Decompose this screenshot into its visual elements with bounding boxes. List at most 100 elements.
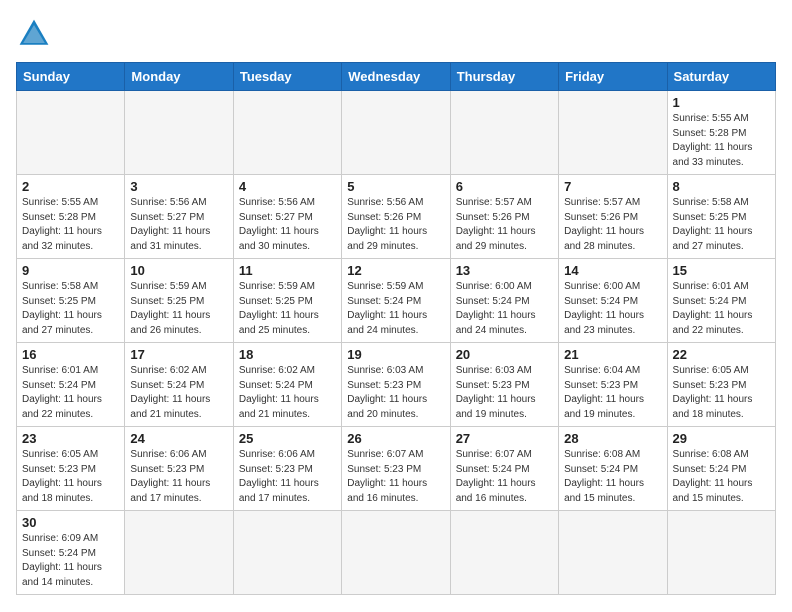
day-info: Sunrise: 6:02 AM Sunset: 5:24 PM Dayligh… bbox=[239, 364, 336, 422]
day-number: 6 bbox=[456, 179, 553, 194]
day-number: 14 bbox=[564, 263, 661, 278]
day-info: Sunrise: 6:04 AM Sunset: 5:23 PM Dayligh… bbox=[564, 364, 661, 422]
day-cell: 22 Sunrise: 6:05 AM Sunset: 5:23 PM Dayli… bbox=[667, 343, 775, 427]
week-row-5: 23 Sunrise: 6:05 AM Sunset: 5:23 PM Dayli… bbox=[17, 427, 776, 511]
day-number: 9 bbox=[22, 263, 119, 278]
day-number: 25 bbox=[239, 431, 336, 446]
day-cell bbox=[559, 91, 667, 175]
day-cell: 9 Sunrise: 5:58 AM Sunset: 5:25 PM Daylig… bbox=[17, 259, 125, 343]
day-info: Sunrise: 5:55 AM Sunset: 5:28 PM Dayligh… bbox=[673, 112, 770, 170]
day-info: Sunrise: 6:05 AM Sunset: 5:23 PM Dayligh… bbox=[22, 448, 119, 506]
day-number: 28 bbox=[564, 431, 661, 446]
day-cell: 21 Sunrise: 6:04 AM Sunset: 5:23 PM Dayli… bbox=[559, 343, 667, 427]
day-number: 5 bbox=[347, 179, 444, 194]
day-cell bbox=[233, 91, 341, 175]
day-number: 21 bbox=[564, 347, 661, 362]
day-info: Sunrise: 6:07 AM Sunset: 5:23 PM Dayligh… bbox=[347, 448, 444, 506]
day-number: 12 bbox=[347, 263, 444, 278]
day-info: Sunrise: 6:00 AM Sunset: 5:24 PM Dayligh… bbox=[564, 280, 661, 338]
day-cell: 18 Sunrise: 6:02 AM Sunset: 5:24 PM Dayli… bbox=[233, 343, 341, 427]
day-cell: 4 Sunrise: 5:56 AM Sunset: 5:27 PM Daylig… bbox=[233, 175, 341, 259]
day-cell: 17 Sunrise: 6:02 AM Sunset: 5:24 PM Dayli… bbox=[125, 343, 233, 427]
day-number: 26 bbox=[347, 431, 444, 446]
day-header-thursday: Thursday bbox=[450, 63, 558, 91]
day-number: 24 bbox=[130, 431, 227, 446]
day-cell bbox=[450, 511, 558, 595]
day-cell bbox=[559, 511, 667, 595]
day-header-saturday: Saturday bbox=[667, 63, 775, 91]
day-cell: 14 Sunrise: 6:00 AM Sunset: 5:24 PM Dayli… bbox=[559, 259, 667, 343]
day-cell: 8Sunrise: 5:58 AM Sunset: 5:25 PM Daylig… bbox=[667, 175, 775, 259]
day-cell: 24 Sunrise: 6:06 AM Sunset: 5:23 PM Dayli… bbox=[125, 427, 233, 511]
day-info: Sunrise: 6:08 AM Sunset: 5:24 PM Dayligh… bbox=[673, 448, 770, 506]
day-cell: 16Sunrise: 6:01 AM Sunset: 5:24 PM Dayli… bbox=[17, 343, 125, 427]
week-row-2: 2 Sunrise: 5:55 AM Sunset: 5:28 PM Daylig… bbox=[17, 175, 776, 259]
day-info: Sunrise: 6:05 AM Sunset: 5:23 PM Dayligh… bbox=[673, 364, 770, 422]
day-info: Sunrise: 6:03 AM Sunset: 5:23 PM Dayligh… bbox=[456, 364, 553, 422]
day-info: Sunrise: 5:59 AM Sunset: 5:25 PM Dayligh… bbox=[130, 280, 227, 338]
day-info: Sunrise: 5:56 AM Sunset: 5:27 PM Dayligh… bbox=[239, 196, 336, 254]
day-info: Sunrise: 6:06 AM Sunset: 5:23 PM Dayligh… bbox=[239, 448, 336, 506]
day-cell bbox=[17, 91, 125, 175]
day-number: 8 bbox=[673, 179, 770, 194]
day-number: 20 bbox=[456, 347, 553, 362]
day-number: 17 bbox=[130, 347, 227, 362]
day-info: Sunrise: 6:06 AM Sunset: 5:23 PM Dayligh… bbox=[130, 448, 227, 506]
day-number: 11 bbox=[239, 263, 336, 278]
day-cell: 26 Sunrise: 6:07 AM Sunset: 5:23 PM Dayli… bbox=[342, 427, 450, 511]
day-info: Sunrise: 6:02 AM Sunset: 5:24 PM Dayligh… bbox=[130, 364, 227, 422]
day-number: 30 bbox=[22, 515, 119, 530]
day-info: Sunrise: 6:09 AM Sunset: 5:24 PM Dayligh… bbox=[22, 532, 119, 590]
days-header-row: SundayMondayTuesdayWednesdayThursdayFrid… bbox=[17, 63, 776, 91]
day-header-sunday: Sunday bbox=[17, 63, 125, 91]
day-info: Sunrise: 5:59 AM Sunset: 5:24 PM Dayligh… bbox=[347, 280, 444, 338]
day-cell: 10 Sunrise: 5:59 AM Sunset: 5:25 PM Dayli… bbox=[125, 259, 233, 343]
day-number: 2 bbox=[22, 179, 119, 194]
day-cell: 20 Sunrise: 6:03 AM Sunset: 5:23 PM Dayli… bbox=[450, 343, 558, 427]
day-number: 10 bbox=[130, 263, 227, 278]
day-number: 23 bbox=[22, 431, 119, 446]
day-cell: 29Sunrise: 6:08 AM Sunset: 5:24 PM Dayli… bbox=[667, 427, 775, 511]
day-header-tuesday: Tuesday bbox=[233, 63, 341, 91]
day-cell: 30 Sunrise: 6:09 AM Sunset: 5:24 PM Dayli… bbox=[17, 511, 125, 595]
day-cell: 27 Sunrise: 6:07 AM Sunset: 5:24 PM Dayli… bbox=[450, 427, 558, 511]
day-info: Sunrise: 5:56 AM Sunset: 5:27 PM Dayligh… bbox=[130, 196, 227, 254]
week-row-3: 9 Sunrise: 5:58 AM Sunset: 5:25 PM Daylig… bbox=[17, 259, 776, 343]
day-number: 18 bbox=[239, 347, 336, 362]
day-info: Sunrise: 6:01 AM Sunset: 5:24 PM Dayligh… bbox=[673, 280, 770, 338]
day-info: Sunrise: 5:57 AM Sunset: 5:26 PM Dayligh… bbox=[564, 196, 661, 254]
calendar-table: SundayMondayTuesdayWednesdayThursdayFrid… bbox=[16, 62, 776, 595]
day-number: 13 bbox=[456, 263, 553, 278]
day-cell: 7 Sunrise: 5:57 AM Sunset: 5:26 PM Daylig… bbox=[559, 175, 667, 259]
logo bbox=[16, 16, 58, 52]
day-number: 15 bbox=[673, 263, 770, 278]
day-cell: 1Sunrise: 5:55 AM Sunset: 5:28 PM Daylig… bbox=[667, 91, 775, 175]
day-number: 7 bbox=[564, 179, 661, 194]
day-info: Sunrise: 5:58 AM Sunset: 5:25 PM Dayligh… bbox=[22, 280, 119, 338]
week-row-4: 16Sunrise: 6:01 AM Sunset: 5:24 PM Dayli… bbox=[17, 343, 776, 427]
day-cell: 23 Sunrise: 6:05 AM Sunset: 5:23 PM Dayli… bbox=[17, 427, 125, 511]
logo-icon bbox=[16, 16, 52, 52]
day-number: 22 bbox=[673, 347, 770, 362]
day-number: 4 bbox=[239, 179, 336, 194]
day-info: Sunrise: 6:03 AM Sunset: 5:23 PM Dayligh… bbox=[347, 364, 444, 422]
day-info: Sunrise: 5:57 AM Sunset: 5:26 PM Dayligh… bbox=[456, 196, 553, 254]
week-row-6: 30 Sunrise: 6:09 AM Sunset: 5:24 PM Dayli… bbox=[17, 511, 776, 595]
page-header bbox=[16, 16, 776, 52]
day-cell bbox=[125, 511, 233, 595]
day-info: Sunrise: 5:59 AM Sunset: 5:25 PM Dayligh… bbox=[239, 280, 336, 338]
day-cell: 15 Sunrise: 6:01 AM Sunset: 5:24 PM Dayli… bbox=[667, 259, 775, 343]
day-info: Sunrise: 6:01 AM Sunset: 5:24 PM Dayligh… bbox=[22, 364, 119, 422]
day-cell: 5 Sunrise: 5:56 AM Sunset: 5:26 PM Daylig… bbox=[342, 175, 450, 259]
day-number: 19 bbox=[347, 347, 444, 362]
day-info: Sunrise: 5:56 AM Sunset: 5:26 PM Dayligh… bbox=[347, 196, 444, 254]
day-number: 27 bbox=[456, 431, 553, 446]
week-row-1: 1Sunrise: 5:55 AM Sunset: 5:28 PM Daylig… bbox=[17, 91, 776, 175]
day-cell bbox=[450, 91, 558, 175]
day-cell: 13 Sunrise: 6:00 AM Sunset: 5:24 PM Dayli… bbox=[450, 259, 558, 343]
day-info: Sunrise: 6:00 AM Sunset: 5:24 PM Dayligh… bbox=[456, 280, 553, 338]
day-info: Sunrise: 5:55 AM Sunset: 5:28 PM Dayligh… bbox=[22, 196, 119, 254]
day-header-wednesday: Wednesday bbox=[342, 63, 450, 91]
day-cell: 12 Sunrise: 5:59 AM Sunset: 5:24 PM Dayli… bbox=[342, 259, 450, 343]
day-info: Sunrise: 6:07 AM Sunset: 5:24 PM Dayligh… bbox=[456, 448, 553, 506]
